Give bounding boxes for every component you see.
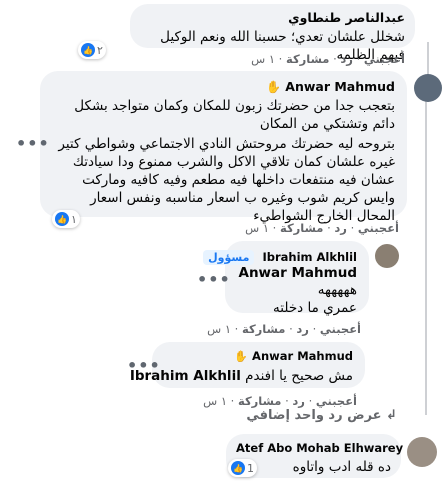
avatar[interactable] <box>375 244 399 268</box>
comment-actions: أعجبني · رد · مشاركة · ١ س <box>207 322 361 336</box>
like-link[interactable]: أعجبني <box>316 394 357 408</box>
comment-text: بتعجب جدا من حضرتك زبون للمكان وكمان متو… <box>74 98 395 132</box>
timestamp[interactable]: ١ س <box>251 52 275 66</box>
share-link[interactable]: مشاركة <box>242 322 285 336</box>
comment-author[interactable]: Atef Abo Mohab Elhwarey <box>236 440 403 456</box>
comment-author[interactable]: Ibrahim Alkhlil <box>262 250 357 264</box>
reply-link[interactable]: رد <box>292 394 305 408</box>
comment-author[interactable]: عبدالناصر طنطاوي <box>140 10 405 26</box>
comment-text: بتروحه ليه حضرتك مروحتش النادي الاجتماعي… <box>58 136 395 224</box>
comment-bubble: Anwar Mahmud ✋ مش صحيح يا افندم Ibrahim … <box>130 342 365 388</box>
comment-text: مش صحيح يا افندم <box>245 368 353 384</box>
reply-arrow-icon: ↳ <box>386 408 397 423</box>
reply-link[interactable]: رد <box>340 52 353 66</box>
comment-text: ده قله ادب واتاوه <box>292 459 391 475</box>
more-options-icon[interactable]: ••• <box>16 134 50 153</box>
reaction-count[interactable]: 👍 1 <box>228 459 257 477</box>
comment-bubble: عبدالناصر طنطاوي شخلل علشان تعدي؛ حسبنا … <box>130 4 415 63</box>
mention-link[interactable]: Anwar Mahmud <box>237 265 358 281</box>
comment-text: عمري ما دخلته <box>273 300 357 316</box>
comment-actions: أعجبني · رد · مشاركة · ١ س <box>251 52 405 66</box>
like-link[interactable]: أعجبني <box>364 52 405 66</box>
like-icon: 👍 <box>231 461 245 475</box>
comment-author[interactable]: Anwar Mahmud <box>252 349 353 363</box>
reply-link[interactable]: رد <box>296 322 309 336</box>
like-link[interactable]: أعجبني <box>320 322 361 336</box>
more-options-icon[interactable]: ••• <box>197 270 231 289</box>
comment-bubble: Anwar Mahmud ✋ بتعجب جدا من حضرتك زبون ل… <box>40 71 407 224</box>
timestamp[interactable]: ١ س <box>207 322 231 336</box>
comment-actions: أعجبني · رد · مشاركة · ١ س <box>203 394 357 408</box>
thread-line-replies <box>425 95 427 415</box>
hand-icon: ✋ <box>265 80 281 94</box>
timestamp[interactable]: ١ س <box>203 394 227 408</box>
avatar[interactable] <box>414 74 442 102</box>
hand-icon: ✋ <box>234 350 249 363</box>
admin-badge: مسؤول <box>203 250 255 265</box>
timestamp[interactable]: ١ س <box>245 221 269 235</box>
share-link[interactable]: مشاركة <box>286 52 329 66</box>
comment-author[interactable]: Anwar Mahmud <box>285 79 395 94</box>
comment-bubble: Ibrahim Alkhlil مسؤول Anwar Mahmud ههههه… <box>203 241 369 316</box>
comment-actions: أعجبني · رد · مشاركة · ١ س <box>245 221 399 235</box>
comment-text: هههههه <box>317 282 357 298</box>
share-link[interactable]: مشاركة <box>238 394 281 408</box>
reaction-count[interactable]: 👍 ٢ <box>78 41 106 59</box>
share-link[interactable]: مشاركة <box>280 221 323 235</box>
like-link[interactable]: أعجبني <box>358 221 399 235</box>
like-icon: 👍 <box>55 212 69 226</box>
reaction-count[interactable]: 👍 ١ <box>52 210 80 228</box>
like-icon: 👍 <box>81 43 95 57</box>
more-options-icon[interactable]: ••• <box>127 356 161 375</box>
reply-link[interactable]: رد <box>334 221 347 235</box>
avatar[interactable] <box>407 437 437 467</box>
view-more-replies-button[interactable]: ↳ عرض رد واحد إضافي <box>246 408 397 423</box>
